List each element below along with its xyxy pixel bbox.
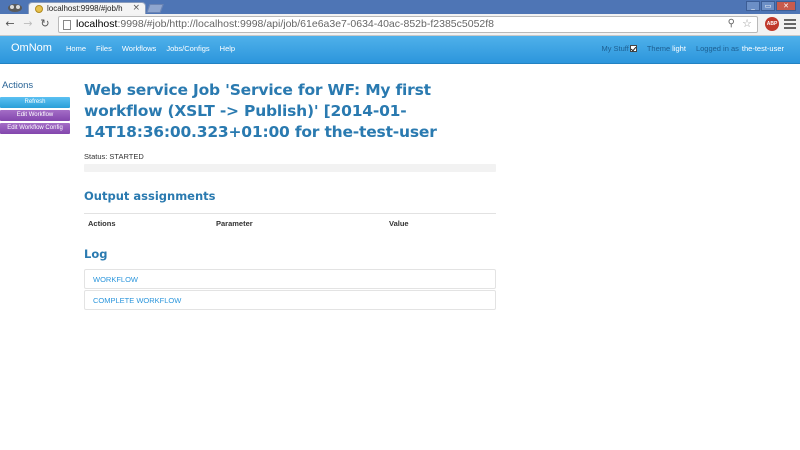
my-stuff-checkbox[interactable] — [629, 45, 637, 52]
table-header-row: Actions Parameter Value — [84, 214, 496, 233]
job-status: Status: STARTED — [84, 152, 144, 161]
nav-home[interactable]: Home — [66, 44, 86, 53]
maximize-button[interactable]: ▭ — [761, 1, 775, 11]
refresh-button[interactable]: Refresh — [0, 97, 70, 108]
output-assignments-heading: Output assignments — [84, 189, 216, 203]
app-navbar: OmNom Home Files Workflows Jobs/Configs … — [0, 36, 800, 64]
nav-user-area: My Stuff Theme light Logged in as the-te… — [601, 44, 784, 53]
reload-icon[interactable]: ↻ — [38, 17, 52, 31]
zoom-icon[interactable]: ⚲ — [728, 18, 735, 29]
edit-workflow-config-button[interactable]: Edit Workflow Config — [0, 123, 70, 134]
close-window-button[interactable]: ✕ — [776, 1, 796, 11]
my-stuff-label: My Stuff — [601, 44, 629, 53]
theme-label: Theme — [646, 44, 671, 53]
actions-heading: Actions — [2, 80, 34, 91]
nav-jobs-configs[interactable]: Jobs/Configs — [166, 44, 209, 53]
adblock-icon[interactable]: ABP — [765, 17, 779, 31]
job-progress-bar — [84, 164, 496, 172]
job-detail: Web service Job 'Service for WF: My firs… — [84, 64, 496, 311]
browser-tabstrip: localhost:9998/#job/h × _ ▭ ✕ — [0, 0, 800, 15]
nav-links: Home Files Workflows Jobs/Configs Help — [66, 44, 245, 53]
edit-workflow-button[interactable]: Edit Workflow — [0, 110, 70, 121]
browser-toolbar: ← → ↻ localhost:9998/#job/http://localho… — [0, 14, 800, 36]
output-assignments-table: Actions Parameter Value — [84, 213, 496, 232]
forward-arrow-icon[interactable]: → — [21, 17, 35, 31]
favicon-icon — [35, 5, 43, 13]
log-heading: Log — [84, 247, 108, 261]
tab-close-icon[interactable]: × — [132, 3, 140, 13]
tab-title: localhost:9998/#job/h — [47, 4, 123, 13]
column-parameter: Parameter — [216, 219, 253, 228]
user-link[interactable]: the-test-user — [742, 44, 784, 53]
page-icon — [63, 20, 71, 30]
minimize-button[interactable]: _ — [746, 1, 760, 11]
menu-icon[interactable] — [784, 18, 796, 30]
column-value: Value — [389, 219, 409, 228]
actions-sidebar: Actions Refresh Edit Workflow Edit Workf… — [0, 64, 72, 136]
star-icon[interactable]: ☆ — [742, 17, 752, 30]
incognito-icon — [8, 4, 22, 12]
url-text[interactable]: localhost:9998/#job/http://localhost:999… — [76, 18, 494, 30]
address-bar[interactable]: localhost:9998/#job/http://localhost:999… — [58, 16, 758, 33]
log-list: WORKFLOW COMPLETE WORKFLOW — [84, 269, 496, 310]
new-tab-button[interactable] — [146, 4, 164, 13]
log-item-workflow[interactable]: WORKFLOW — [84, 269, 496, 289]
theme-value[interactable]: light — [672, 44, 686, 53]
nav-help[interactable]: Help — [220, 44, 235, 53]
log-item-complete-workflow[interactable]: COMPLETE WORKFLOW — [84, 290, 496, 310]
column-actions: Actions — [88, 219, 116, 228]
brand-logo[interactable]: OmNom — [11, 42, 52, 54]
nav-files[interactable]: Files — [96, 44, 112, 53]
back-arrow-icon[interactable]: ← — [3, 17, 17, 31]
window-controls: _ ▭ ✕ — [745, 1, 796, 12]
page-title: Web service Job 'Service for WF: My firs… — [84, 81, 437, 141]
nav-workflows[interactable]: Workflows — [122, 44, 156, 53]
logged-in-label: Logged in as — [695, 44, 739, 53]
